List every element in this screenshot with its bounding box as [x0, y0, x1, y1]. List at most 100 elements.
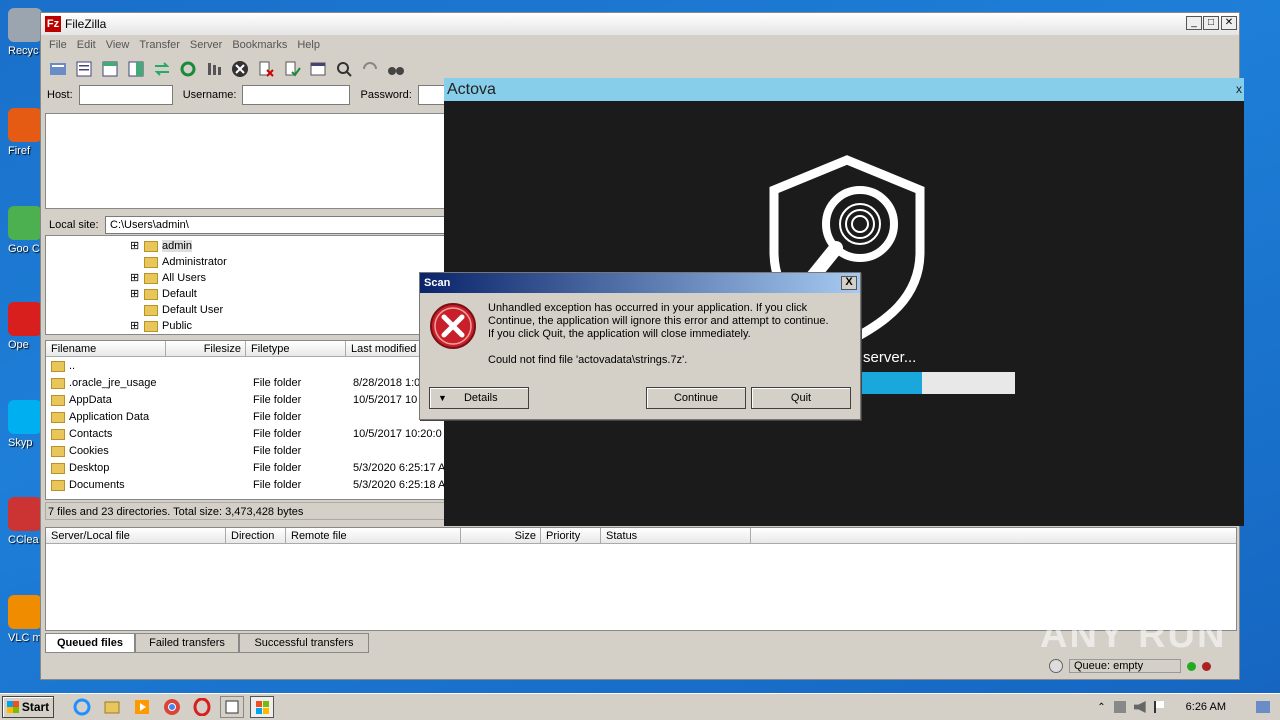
- col-filetype[interactable]: Filetype: [246, 341, 346, 356]
- green-led-icon: [1187, 661, 1196, 671]
- show-desktop-icon[interactable]: [1256, 701, 1270, 713]
- menu-edit[interactable]: Edit: [77, 39, 96, 51]
- col-filesize[interactable]: Filesize: [166, 341, 246, 356]
- folder-icon: [144, 320, 158, 332]
- actova-close-button[interactable]: x: [1236, 78, 1242, 101]
- col-server-local-file[interactable]: Server/Local file: [46, 528, 226, 543]
- directory-listing-filters-icon[interactable]: [307, 58, 329, 80]
- shortcut-icon: [8, 400, 42, 434]
- site-manager-icon[interactable]: [47, 58, 69, 80]
- toggle-remote-tree-icon[interactable]: [125, 58, 147, 80]
- opera-icon[interactable]: [190, 696, 214, 718]
- continue-button[interactable]: Continue: [646, 387, 746, 409]
- tree-item-label: Default User: [162, 304, 224, 316]
- file-type: File folder: [253, 411, 302, 423]
- binoculars-icon[interactable]: [385, 58, 407, 80]
- host-input[interactable]: [78, 85, 173, 105]
- close-button[interactable]: ✕: [1221, 16, 1237, 30]
- col-status[interactable]: Status: [601, 528, 751, 543]
- file-row[interactable]: Cookies File folder: [46, 443, 444, 460]
- tray-expand-icon[interactable]: ⌃: [1097, 702, 1105, 713]
- taskbar-filezilla-icon[interactable]: [250, 696, 274, 718]
- file-name: Documents: [69, 479, 125, 491]
- explorer-icon[interactable]: [100, 696, 124, 718]
- menu-bookmarks[interactable]: Bookmarks: [232, 39, 287, 51]
- username-label: Username:: [182, 89, 237, 101]
- col-priority[interactable]: Priority: [541, 528, 601, 543]
- details-label: Details: [463, 392, 498, 404]
- sync-browsing-icon[interactable]: [359, 58, 381, 80]
- quit-button[interactable]: Quit: [751, 387, 851, 409]
- tab-successful-transfers[interactable]: Successful transfers: [239, 633, 369, 653]
- refresh-icon[interactable]: [177, 58, 199, 80]
- reconnect-icon[interactable]: [281, 58, 303, 80]
- local-status-text: 7 files and 23 directories. Total size: …: [45, 502, 445, 520]
- folder-icon: [144, 288, 158, 300]
- expand-icon[interactable]: ⊞: [130, 318, 144, 335]
- menu-transfer[interactable]: Transfer: [139, 39, 180, 51]
- details-button[interactable]: ▼ Details: [429, 387, 529, 409]
- folder-icon: [144, 304, 158, 316]
- chrome-icon[interactable]: [160, 696, 184, 718]
- password-label: Password:: [360, 89, 412, 101]
- menu-view[interactable]: View: [106, 39, 130, 51]
- tab-queued-files[interactable]: Queued files: [45, 633, 135, 653]
- file-row[interactable]: Contacts File folder 10/5/2017 10:20:0: [46, 426, 444, 443]
- action-center-flag-icon[interactable]: [1153, 701, 1164, 713]
- file-row[interactable]: Documents File folder 5/3/2020 6:25:18 A: [46, 477, 444, 494]
- tree-item-label: Default: [162, 288, 197, 300]
- expand-icon[interactable]: ⊞: [130, 238, 144, 255]
- start-label: Start: [21, 700, 50, 714]
- menu-file[interactable]: File: [49, 39, 67, 51]
- shortcut-label: Firef: [8, 145, 30, 157]
- folder-icon: [51, 479, 65, 491]
- file-row[interactable]: Desktop File folder 5/3/2020 6:25:17 A: [46, 460, 444, 477]
- queue-header: Server/Local file Direction Remote file …: [46, 528, 1236, 544]
- speed-limit-icon[interactable]: [1049, 659, 1063, 673]
- ie-icon[interactable]: [70, 696, 94, 718]
- col-size[interactable]: Size: [461, 528, 541, 543]
- folder-icon: [51, 377, 65, 389]
- network-icon[interactable]: [1113, 701, 1126, 713]
- clock[interactable]: 6:26 AM: [1186, 701, 1226, 713]
- file-row[interactable]: Application Data File folder: [46, 409, 444, 426]
- tab-failed-transfers[interactable]: Failed transfers: [135, 633, 239, 653]
- file-row[interactable]: .oracle_jre_usage File folder 8/28/2018 1:…: [46, 375, 444, 392]
- expand-icon[interactable]: ⊞: [130, 270, 144, 287]
- file-row[interactable]: AppData File folder 10/5/2017 10: [46, 392, 444, 409]
- toggle-log-icon[interactable]: [73, 58, 95, 80]
- taskbar-app-1-icon[interactable]: [220, 696, 244, 718]
- transfer-queue-icon[interactable]: [151, 58, 173, 80]
- expand-icon[interactable]: ⊞: [130, 286, 144, 303]
- search-icon[interactable]: [333, 58, 355, 80]
- process-queue-icon[interactable]: [203, 58, 225, 80]
- scan-close-button[interactable]: X: [841, 276, 857, 290]
- minimize-button[interactable]: _: [1186, 16, 1202, 30]
- shortcut-icon: [8, 206, 42, 240]
- menu-server[interactable]: Server: [190, 39, 222, 51]
- col-remote-file[interactable]: Remote file: [286, 528, 461, 543]
- maximize-button[interactable]: □: [1203, 16, 1219, 30]
- file-row[interactable]: ..: [46, 358, 444, 375]
- toggle-local-tree-icon[interactable]: [99, 58, 121, 80]
- shortcut-icon: [8, 497, 42, 531]
- scan-title: Scan: [424, 277, 451, 289]
- host-label: Host:: [47, 89, 73, 101]
- disconnect-icon[interactable]: [255, 58, 277, 80]
- menu-help[interactable]: Help: [297, 39, 320, 51]
- file-type: File folder: [253, 479, 302, 491]
- media-player-icon[interactable]: [130, 696, 154, 718]
- local-site-path[interactable]: C:\Users\admin\: [105, 216, 445, 234]
- volume-icon[interactable]: [1133, 701, 1146, 713]
- file-type: File folder: [253, 445, 302, 457]
- start-button[interactable]: Start: [2, 696, 54, 718]
- shortcut-label: CClea: [8, 534, 39, 546]
- username-input[interactable]: [242, 85, 351, 105]
- file-name: Contacts: [69, 428, 113, 440]
- cancel-icon[interactable]: [229, 58, 251, 80]
- file-type: File folder: [253, 462, 302, 474]
- col-filename[interactable]: Filename: [46, 341, 166, 356]
- col-direction[interactable]: Direction: [226, 528, 286, 543]
- queue-tabs: Queued files Failed transfers Successful…: [45, 633, 369, 653]
- folder-icon: [51, 445, 65, 457]
